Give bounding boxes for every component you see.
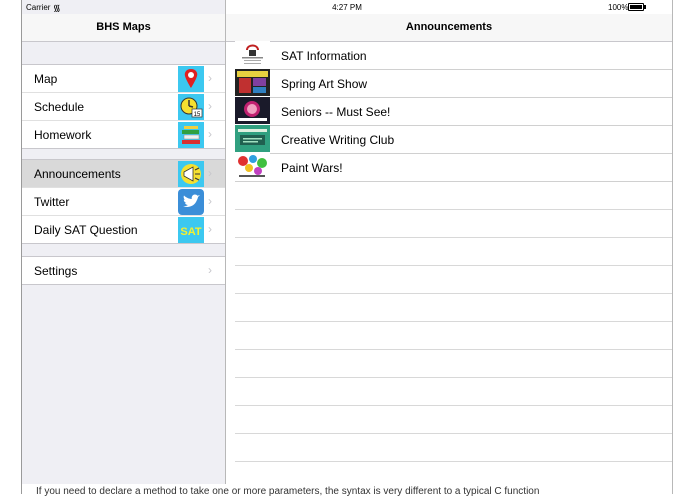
menu-item-daily-sat[interactable]: Daily SAT Question SAT › — [22, 216, 225, 243]
announcement-item[interactable]: Spring Art Show — [235, 69, 672, 98]
chevron-right-icon: › — [208, 99, 212, 113]
seniors-thumbnail — [235, 97, 270, 124]
menu-group-3: Settings › — [22, 256, 225, 285]
menu-item-homework[interactable]: Homework › — [22, 121, 225, 148]
menu-item-schedule[interactable]: Schedule 15 › — [22, 93, 225, 121]
menu-item-label: Settings — [34, 264, 78, 278]
empty-row — [235, 182, 672, 210]
empty-row — [235, 294, 672, 322]
master-title: BHS Maps — [96, 21, 151, 33]
menu-item-label: Map — [34, 72, 58, 86]
chevron-right-icon: › — [208, 222, 212, 236]
chevron-right-icon: › — [208, 263, 212, 277]
map-pin-icon — [178, 66, 204, 92]
menu-item-label: Homework — [34, 128, 92, 142]
detail-nav-bar: Announcements — [226, 14, 672, 42]
svg-text:15: 15 — [194, 112, 201, 118]
twitter-bird-icon — [178, 189, 204, 215]
empty-row — [235, 378, 672, 406]
menu-item-label: Announcements — [34, 167, 121, 181]
empty-row — [235, 210, 672, 238]
chevron-right-icon: › — [208, 166, 212, 180]
sat-poster-thumbnail — [235, 41, 270, 68]
ipad-screen: BHS Maps Map › Schedule 15 › Homework › … — [22, 0, 672, 484]
menu-group-2: Announcements › Twitter › Daily SAT Ques… — [22, 159, 225, 244]
menu-item-map[interactable]: Map › — [22, 65, 225, 93]
empty-row — [235, 266, 672, 294]
chevron-right-icon: › — [208, 71, 212, 85]
announcement-title: Spring Art Show — [281, 77, 368, 91]
announcement-title: SAT Information — [281, 49, 367, 63]
empty-row — [235, 322, 672, 350]
menu-item-label: Schedule — [34, 100, 85, 114]
menu-item-announcements[interactable]: Announcements › — [22, 160, 225, 188]
empty-row — [235, 238, 672, 266]
menu-item-label: Daily SAT Question — [34, 223, 138, 237]
announcement-title: Paint Wars! — [281, 161, 343, 175]
sat-icon: SAT — [178, 217, 204, 243]
status-bar: Carrier ᯾ 4:27 PM 100% — [22, 0, 672, 14]
announcement-title: Seniors -- Must See! — [281, 105, 391, 119]
svg-text:SAT: SAT — [180, 226, 201, 238]
announcement-item[interactable]: Creative Writing Club — [235, 125, 672, 154]
menu-item-twitter[interactable]: Twitter › — [22, 188, 225, 216]
window-frame-right — [672, 0, 673, 494]
chevron-right-icon: › — [208, 194, 212, 208]
background-document-text: If you need to declare a method to take … — [36, 486, 540, 497]
clock-icon: 15 — [178, 94, 204, 120]
announcement-item[interactable]: SAT Information — [235, 41, 672, 70]
menu-group-1: Map › Schedule 15 › Homework › — [22, 64, 225, 149]
battery-icon — [628, 3, 646, 11]
menu-item-settings[interactable]: Settings › — [22, 257, 225, 284]
announcement-title: Creative Writing Club — [281, 133, 395, 147]
paint-wars-thumbnail — [235, 153, 270, 180]
detail-title: Announcements — [405, 21, 493, 33]
empty-row — [235, 462, 672, 484]
menu-item-label: Twitter — [34, 195, 70, 209]
announcement-item[interactable]: Paint Wars! — [235, 153, 672, 182]
art-show-thumbnail — [235, 69, 270, 96]
detail-panel: Announcements SAT Information Spring Art… — [226, 0, 672, 484]
books-icon — [178, 122, 204, 148]
master-nav-bar: BHS Maps — [22, 14, 225, 42]
announcement-item[interactable]: Seniors -- Must See! — [235, 97, 672, 126]
writing-club-thumbnail — [235, 125, 270, 152]
chevron-right-icon: › — [208, 127, 212, 141]
master-panel: BHS Maps Map › Schedule 15 › Homework › … — [22, 0, 226, 484]
megaphone-icon — [178, 161, 204, 187]
empty-row — [235, 434, 672, 462]
clock-label: 4:27 PM — [332, 3, 362, 12]
announcements-list: SAT Information Spring Art Show Seniors … — [226, 41, 672, 484]
empty-row — [235, 406, 672, 434]
battery-percent: 100% — [608, 3, 629, 12]
empty-row — [235, 350, 672, 378]
